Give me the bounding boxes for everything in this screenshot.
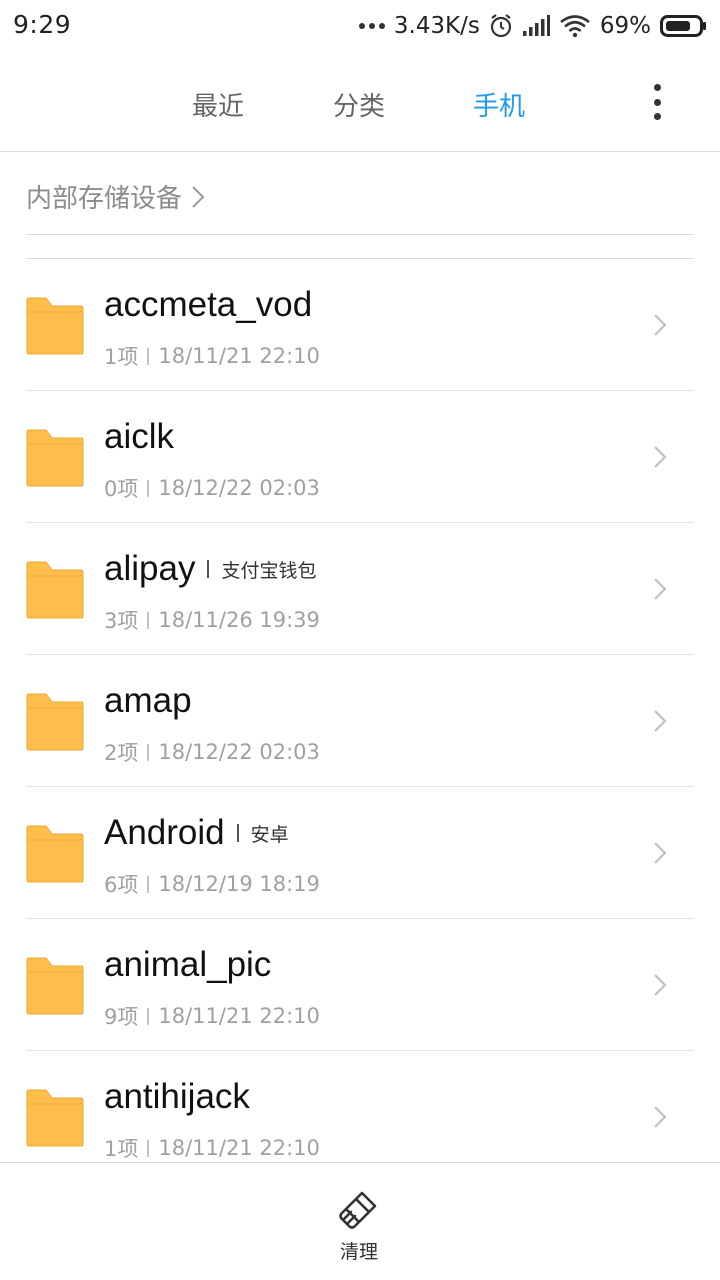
modified-date: 18/11/21 22:10: [158, 1004, 320, 1028]
item-count: 3项: [104, 609, 139, 633]
folder-meta: 3项 18/11/26 19:39: [104, 605, 320, 635]
list-item[interactable]: accmeta_vod 1项 18/11/21 22:10: [0, 259, 720, 391]
chevron-right-icon: [654, 314, 667, 336]
folder-icon: [26, 561, 84, 619]
modified-date: 18/12/22 02:03: [158, 476, 320, 500]
folder-name: Android: [104, 813, 225, 852]
chevron-right-icon: [192, 185, 205, 208]
item-count: 1项: [104, 345, 139, 369]
item-count: 2项: [104, 741, 139, 765]
wifi-icon: [560, 15, 590, 38]
meta-separator: [147, 347, 150, 365]
chevron-right-icon: [654, 446, 667, 468]
meta-separator: [147, 479, 150, 497]
tab-category[interactable]: 分类: [333, 86, 385, 123]
status-bar: 9:29 3.43K/s 69%: [0, 0, 720, 52]
item-count: 1项: [104, 1137, 139, 1161]
modified-date: 18/12/22 02:03: [158, 740, 320, 764]
chevron-right-icon: [654, 842, 667, 864]
chevron-right-icon: [654, 974, 667, 996]
meta-separator: [147, 611, 150, 629]
tag-separator: [207, 560, 210, 578]
breadcrumb-label: 内部存储设备: [26, 184, 183, 214]
folder-name: aiclk: [104, 417, 175, 456]
tag-separator: [236, 824, 239, 842]
tab-recent[interactable]: 最近: [192, 86, 244, 123]
meta-separator: [147, 875, 150, 893]
tab-bar: 最近 分类 手机: [0, 52, 720, 152]
status-icons: 3.43K/s 69%: [358, 9, 708, 43]
folder-tag: 安卓: [250, 823, 289, 846]
folder-name: animal_pic: [104, 945, 272, 984]
meta-separator: [147, 1139, 150, 1157]
folder-icon: [26, 297, 84, 355]
folder-name: accmeta_vod: [104, 285, 313, 324]
folder-icon: [26, 693, 84, 751]
clean-button[interactable]: 清理: [319, 1185, 399, 1265]
item-count: 9项: [104, 1005, 139, 1029]
meta-separator: [147, 1007, 150, 1025]
folder-name: amap: [104, 681, 192, 720]
item-count: 0项: [104, 477, 139, 501]
battery-icon: [660, 15, 706, 37]
bottom-bar: 清理: [0, 1162, 720, 1280]
signal-icon: [522, 15, 550, 36]
modified-date: 18/11/21 22:10: [158, 344, 320, 368]
folder-meta: 6项 18/12/19 18:19: [104, 869, 320, 899]
chevron-right-icon: [654, 1106, 667, 1128]
modified-date: 18/11/26 19:39: [158, 608, 320, 632]
folder-meta: 1项 18/11/21 22:10: [104, 1133, 320, 1162]
tab-phone[interactable]: 手机: [473, 86, 525, 123]
alarm-icon: [490, 14, 511, 38]
item-count: 6项: [104, 873, 139, 897]
folder-icon: [26, 957, 84, 1015]
list-item[interactable]: Android 安卓 6项 18/12/19 18:19: [0, 787, 720, 919]
meta-separator: [147, 743, 150, 761]
broom-icon: [339, 1191, 377, 1229]
folder-meta: 9项 18/11/21 22:10: [104, 1001, 320, 1031]
folder-meta: 0项 18/12/22 02:03: [104, 473, 320, 503]
more-dots-icon: [358, 9, 385, 43]
folder-icon: [26, 825, 84, 883]
folder-meta: 1项 18/11/21 22:10: [104, 341, 320, 371]
list-item[interactable]: animal_pic 9项 18/11/21 22:10: [0, 919, 720, 1051]
folder-tag: 支付宝钱包: [221, 559, 317, 582]
folder-icon: [26, 429, 84, 487]
network-speed: 3.43K/s: [393, 13, 480, 39]
modified-date: 18/11/21 22:10: [158, 1136, 320, 1160]
modified-date: 18/12/19 18:19: [158, 872, 320, 896]
chevron-right-icon: [654, 710, 667, 732]
chevron-right-icon: [654, 578, 667, 600]
folder-icon: [26, 1089, 84, 1147]
list-item[interactable]: alipay 支付宝钱包 3项 18/11/26 19:39: [0, 523, 720, 655]
file-list[interactable]: accmeta_vod 1项 18/11/21 22:10 aiclk 0项 1…: [0, 259, 720, 1162]
folder-name: antihijack: [104, 1077, 250, 1116]
status-time: 9:29: [13, 10, 72, 39]
folder-name: alipay: [104, 549, 196, 588]
list-item[interactable]: antihijack 1项 18/11/21 22:10: [0, 1051, 720, 1162]
more-options-icon[interactable]: [640, 80, 674, 124]
divider: [26, 234, 694, 235]
breadcrumb[interactable]: 内部存储设备: [26, 178, 206, 215]
battery-percent: 69%: [599, 13, 651, 39]
folder-meta: 2项 18/12/22 02:03: [104, 737, 320, 767]
list-item[interactable]: amap 2项 18/12/22 02:03: [0, 655, 720, 787]
list-item[interactable]: aiclk 0项 18/12/22 02:03: [0, 391, 720, 523]
clean-label: 清理: [339, 1241, 378, 1263]
